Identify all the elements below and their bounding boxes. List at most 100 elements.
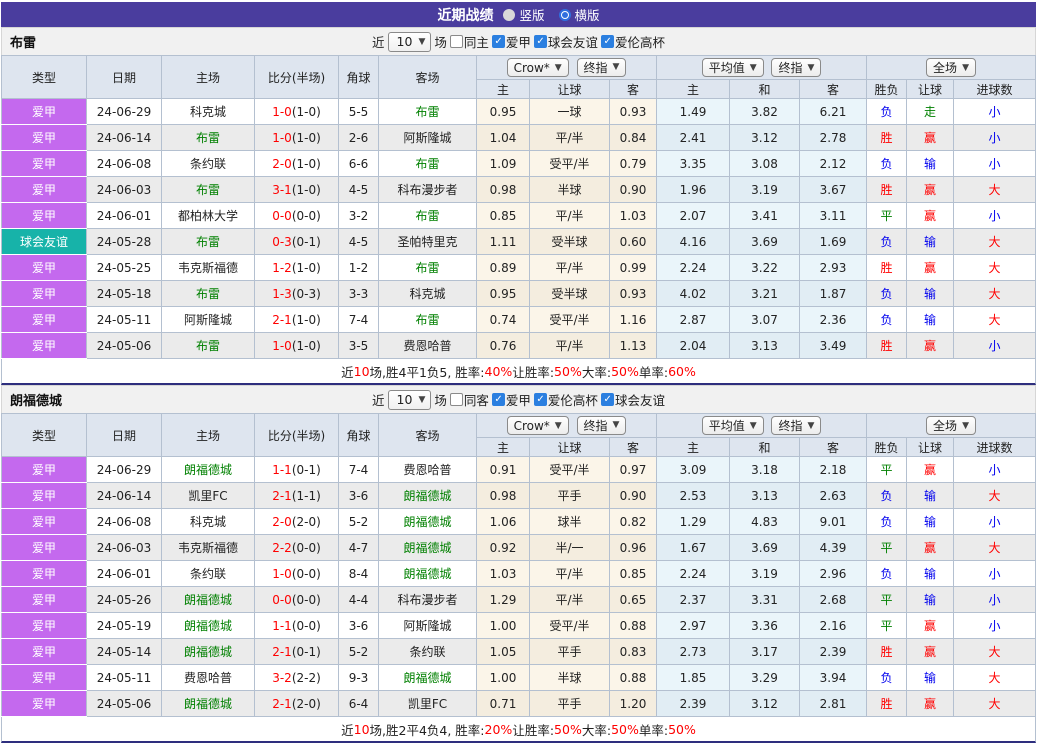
same-venue-checkbox-item[interactable]: 同客 <box>449 390 489 409</box>
result-wdl: 胜 <box>866 638 908 665</box>
full-match-select[interactable]: 全场 ▼ <box>926 58 976 77</box>
home-team-name: 条约联 <box>161 150 255 177</box>
result-goals: 小 <box>953 508 1036 535</box>
handicap-line: 平/半 <box>529 332 610 359</box>
corner-score: 8-4 <box>338 560 379 587</box>
handicap-home-odds: 0.76 <box>476 332 530 359</box>
league-filter-checkbox-item[interactable]: 爱甲 <box>491 390 531 409</box>
handicap-line: 平/半 <box>529 254 610 281</box>
avg-away-odds: 2.63 <box>799 482 868 509</box>
full-match-value: 全场 <box>933 61 958 75</box>
cup-filter-checkbox-item[interactable]: 爱伦高杯 <box>533 390 598 409</box>
chevron-down-icon: ▼ <box>962 420 969 431</box>
avg-home-odds: 1.67 <box>656 534 731 561</box>
avg-draw-odds: 3.29 <box>729 664 801 691</box>
avg-draw-odds: 3.31 <box>729 586 801 613</box>
col-away: 客场 <box>378 413 477 457</box>
chevron-down-icon: ▼ <box>807 62 815 73</box>
friendly-filter-checkbox-item[interactable]: 球会友谊 <box>533 32 598 51</box>
match-type-badge: 爱甲 <box>1 306 87 333</box>
col-date: 日期 <box>86 55 162 99</box>
col-type: 类型 <box>1 413 87 457</box>
home-team-name: 科克城 <box>161 508 255 535</box>
final-odds-select[interactable]: 终指 ▼ <box>576 57 627 77</box>
match-row: 爱甲 24-06-08 条约联 2-0(1-0) 6-6 布雷 1.09 受平/半 0.79 3.… <box>1 150 1036 177</box>
avg-draw-odds: 3.19 <box>729 176 801 203</box>
result-goals: 大 <box>953 638 1036 665</box>
avg-home-odds: 2.97 <box>656 612 731 639</box>
home-team-name: 都柏林大学 <box>161 202 255 229</box>
handicap-line: 受平/半 <box>529 456 610 483</box>
match-score: 2-1(1-0) <box>254 306 339 333</box>
col-corner: 角球 <box>338 55 379 99</box>
summary-text: 单率: <box>638 364 669 380</box>
handicap-home-odds: 1.00 <box>476 664 530 691</box>
handicap-away-odds: 0.82 <box>608 508 658 535</box>
result-wdl: 胜 <box>866 176 908 203</box>
handicap-home-odds: 1.03 <box>476 560 530 587</box>
avg-away-odds: 3.49 <box>799 332 868 359</box>
bookmaker-select[interactable]: Crow* ▼ <box>506 58 569 78</box>
full-match-select[interactable]: 全场 ▼ <box>926 416 976 435</box>
col-score: 比分(半场) <box>254 55 339 99</box>
match-score: 0-0(0-0) <box>254 202 339 229</box>
handicap-home-odds: 0.89 <box>476 254 530 281</box>
result-goals: 大 <box>953 690 1036 717</box>
handicap-away-odds: 1.16 <box>608 306 658 333</box>
col-handicap-line: 让球 <box>529 79 610 99</box>
match-type-badge: 爱甲 <box>1 638 87 665</box>
result-goals: 小 <box>953 612 1036 639</box>
away-team-name: 朗福德城 <box>378 534 477 561</box>
handicap-line: 平/半 <box>529 124 610 151</box>
away-team-name: 条约联 <box>378 638 477 665</box>
cup-filter-checkbox-item[interactable]: 爱伦高杯 <box>600 32 665 51</box>
radio-vertical-layout[interactable]: 竖版 <box>503 5 545 24</box>
average-select[interactable]: 平均值 ▼ <box>701 58 764 77</box>
result-handicap: 赢 <box>906 176 955 203</box>
bookmaker-select[interactable]: Crow* ▼ <box>506 416 569 436</box>
match-type-badge: 爱甲 <box>1 612 87 639</box>
final-odds-select[interactable]: 终指 ▼ <box>576 415 627 435</box>
avg-away-odds: 1.87 <box>799 280 868 307</box>
bookmaker-value: Crow* <box>513 418 550 433</box>
average-select[interactable]: 平均值 ▼ <box>701 416 764 435</box>
avg-away-odds: 2.16 <box>799 612 868 639</box>
handicap-away-odds: 0.90 <box>608 176 658 203</box>
handicap-away-odds: 0.84 <box>608 124 658 151</box>
col-avg-home: 主 <box>656 79 731 99</box>
result-group-header: 全场 ▼ <box>866 55 1036 80</box>
result-handicap: 赢 <box>906 534 955 561</box>
avg-away-odds: 1.69 <box>799 228 868 255</box>
handicap-line: 受平/半 <box>529 306 610 333</box>
avg-draw-odds: 3.07 <box>729 306 801 333</box>
league-filter-checkbox-item[interactable]: 爱甲 <box>491 32 531 51</box>
final-odds-select-2[interactable]: 终指 ▼ <box>771 58 822 77</box>
home-team-name: 朗福德城 <box>161 638 255 665</box>
match-count-select[interactable]: 10 ▼ <box>387 31 432 52</box>
same-venue-checkbox-item[interactable]: 同主 <box>449 32 489 51</box>
away-team-name: 布雷 <box>378 202 477 229</box>
avg-home-odds: 2.37 <box>656 586 731 613</box>
chevron-down-icon: ▼ <box>418 36 426 47</box>
match-score: 2-1(1-1) <box>254 482 339 509</box>
handicap-line: 平手 <box>529 482 610 509</box>
radio-vertical-label: 竖版 <box>519 8 545 23</box>
result-goals: 大 <box>953 176 1036 203</box>
avg-away-odds: 2.96 <box>799 560 868 587</box>
final-odds-select-2[interactable]: 终指 ▼ <box>771 416 822 435</box>
match-count-select[interactable]: 10 ▼ <box>387 389 432 410</box>
friendly-filter-checkbox-item[interactable]: 球会友谊 <box>600 390 665 409</box>
friendly-filter-label: 球会友谊 <box>614 393 665 408</box>
final-odds-value-2: 终指 <box>778 61 803 75</box>
summary-text: 10 <box>353 721 370 737</box>
avg-draw-odds: 3.08 <box>729 150 801 177</box>
col-score: 比分(半场) <box>254 413 339 457</box>
match-row: 爱甲 24-05-11 费恩哈普 3-2(2-2) 9-3 朗福德城 1.00 半球 0.88 1… <box>1 664 1036 691</box>
matches-table-home-team: 类型 日期 主场 比分(半场) 角球 客场 Crow* ▼ 终指 ▼ 平均值 ▼ 终指… <box>1 55 1036 359</box>
summary-away-team: 近 10 场,胜2平4负4, 胜率: 20% 让胜率: 50% 大率: 50% 单率: 50… <box>1 717 1036 743</box>
avg-home-odds: 2.73 <box>656 638 731 665</box>
home-team-name: 凯里FC <box>161 482 255 509</box>
radio-horizontal-layout[interactable]: 横版 <box>558 5 600 24</box>
home-team-name: 科克城 <box>161 98 255 125</box>
chevron-down-icon: ▼ <box>554 420 562 431</box>
